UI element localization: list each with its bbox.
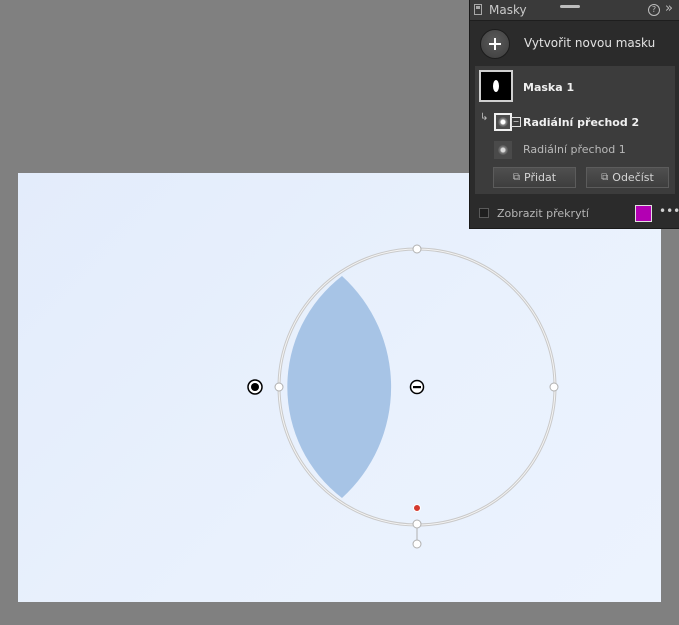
masks-panel: Masky ? » Vytvořit novou masku Maska 1 ↳… bbox=[469, 0, 679, 229]
top-handle[interactable] bbox=[412, 244, 422, 254]
center-pin-minus bbox=[413, 386, 421, 389]
mask-name[interactable]: Maska 1 bbox=[523, 81, 574, 94]
show-overlay-checkbox[interactable] bbox=[479, 208, 489, 218]
subtract-button[interactable]: ⧉ Odečíst bbox=[586, 167, 669, 188]
mask-thumbnail[interactable] bbox=[479, 70, 513, 102]
add-icon: ⧉ bbox=[512, 172, 521, 183]
add-button[interactable]: ⧉ Přidat bbox=[493, 167, 576, 188]
mask-overlay-layer[interactable] bbox=[18, 173, 661, 602]
radial-gradient-dot bbox=[498, 117, 508, 127]
radial-gradient-icon[interactable] bbox=[494, 141, 512, 159]
left-handle[interactable] bbox=[274, 382, 284, 392]
component-radial-2[interactable]: Radiální přechod 2 bbox=[523, 116, 639, 129]
grip-icon[interactable] bbox=[560, 5, 580, 8]
collapse-icon[interactable]: » bbox=[665, 1, 673, 16]
bottom-handle[interactable] bbox=[412, 519, 422, 529]
radial-gradient-icon[interactable] bbox=[494, 113, 512, 131]
panel-titlebar[interactable]: Masky ? » bbox=[470, 0, 679, 21]
mask-list: Maska 1 ↳ − Radiální přechod 2 Radiální … bbox=[475, 66, 675, 194]
subtract-mode-icon: − bbox=[511, 117, 521, 127]
panel-icon bbox=[474, 4, 482, 15]
subtract-icon: ⧉ bbox=[601, 172, 609, 183]
feather-handle[interactable] bbox=[413, 504, 421, 512]
subtract-button-label: Odečíst bbox=[612, 171, 654, 184]
new-mask-button[interactable] bbox=[480, 29, 510, 59]
show-overlay-label[interactable]: Zobrazit překrytí bbox=[497, 207, 589, 220]
image-canvas[interactable] bbox=[18, 173, 661, 602]
add-button-label: Přidat bbox=[524, 171, 557, 184]
panel-title: Masky bbox=[489, 3, 527, 17]
radial-gradient-dot bbox=[498, 145, 508, 155]
more-icon[interactable]: ••• bbox=[659, 204, 679, 218]
new-mask-label[interactable]: Vytvořit novou masku bbox=[524, 36, 655, 50]
component-radial-1[interactable]: Radiální přechod 1 bbox=[523, 143, 626, 156]
child-arrow-icon: ↳ bbox=[480, 112, 489, 123]
help-icon[interactable]: ? bbox=[648, 4, 660, 16]
center-pin-radial-1-dot bbox=[251, 383, 259, 391]
rotation-handle[interactable] bbox=[412, 539, 422, 549]
overlay-color-swatch[interactable] bbox=[635, 205, 652, 222]
plus-icon-vertical bbox=[494, 38, 496, 50]
right-handle[interactable] bbox=[549, 382, 559, 392]
mask-thumbnail-shape bbox=[493, 80, 499, 92]
